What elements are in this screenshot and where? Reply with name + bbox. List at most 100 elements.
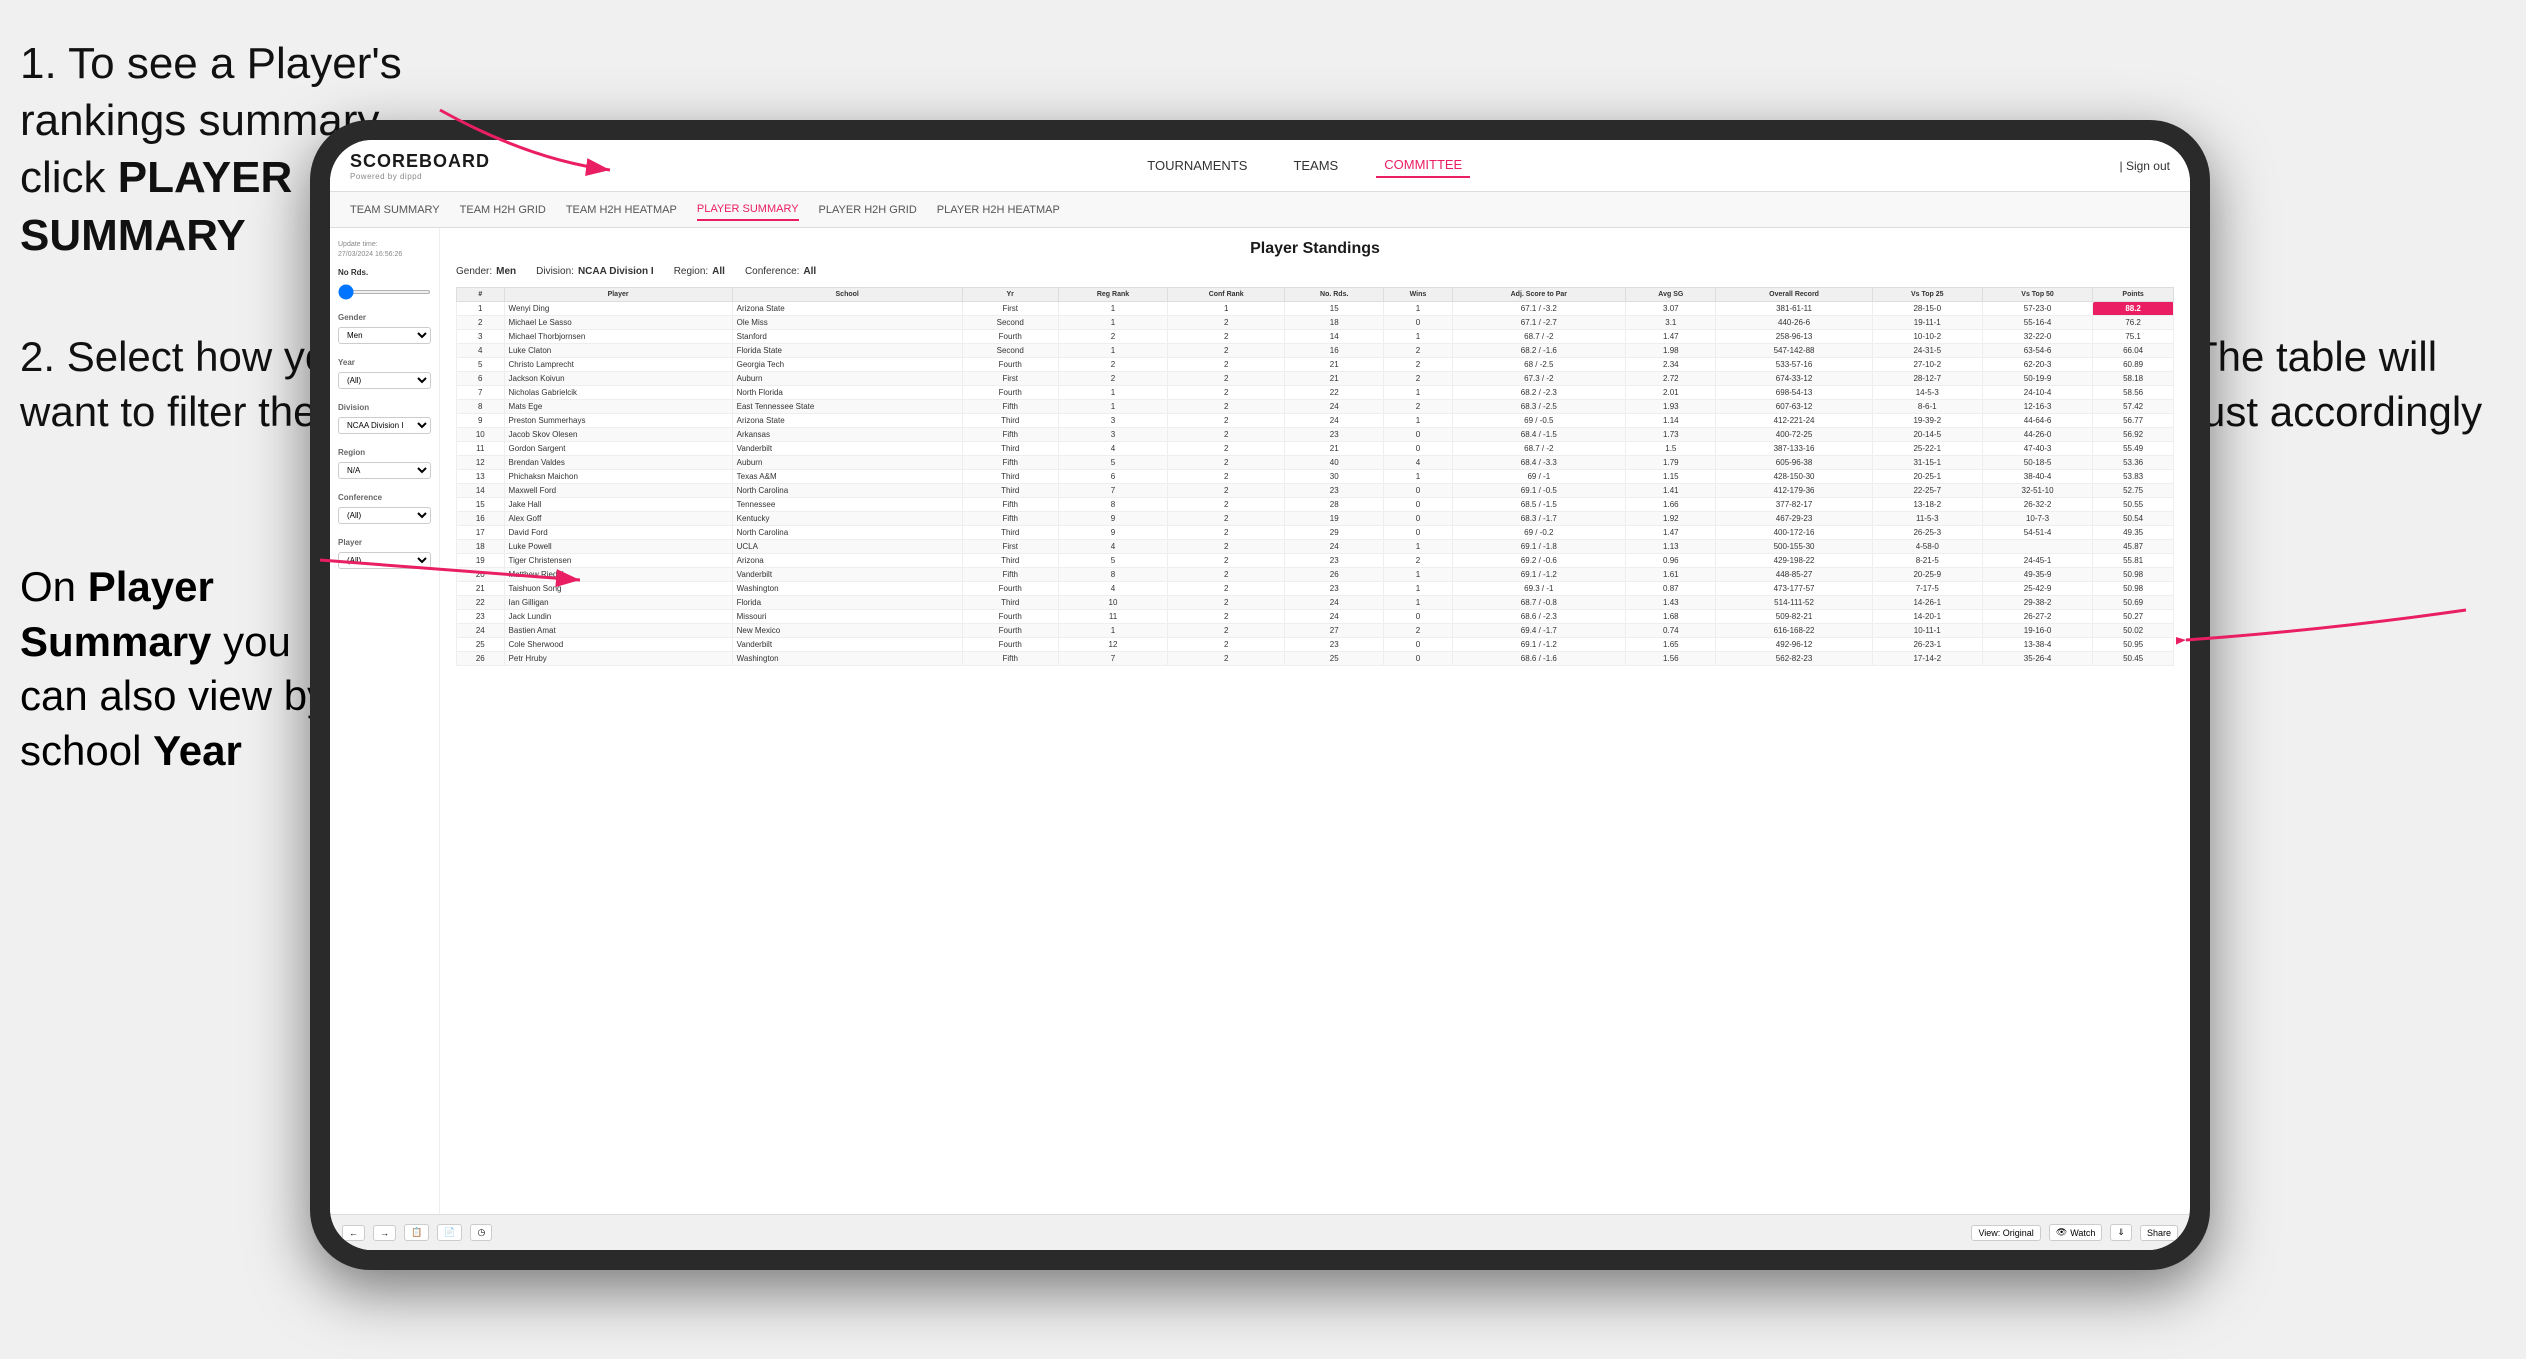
table-row[interactable]: 6 Jackson Koivun Auburn First 2 2 21 2 6… <box>457 372 2174 386</box>
col-avg-sg[interactable]: Avg SG <box>1626 288 1716 302</box>
col-reg-rank[interactable]: Reg Rank <box>1058 288 1168 302</box>
col-conf-rank[interactable]: Conf Rank <box>1168 288 1285 302</box>
no-rds-range-input[interactable] <box>338 290 431 294</box>
tablet-device: SCOREBOARD Powered by dippd TOURNAMENTS … <box>310 120 2210 1270</box>
copy-btn[interactable]: 📋 <box>404 1224 429 1241</box>
arrow-to-player-summary <box>430 80 630 180</box>
col-no-rds[interactable]: No. Rds. <box>1285 288 1384 302</box>
table-row[interactable]: 5 Christo Lamprecht Georgia Tech Fourth … <box>457 358 2174 372</box>
col-player[interactable]: Player <box>504 288 732 302</box>
table-title: Player Standings <box>456 240 2174 258</box>
table-row[interactable]: 12 Brendan Valdes Auburn Fifth 5 2 40 4 … <box>457 456 2174 470</box>
nav-teams[interactable]: TEAMS <box>1285 154 1346 177</box>
col-points[interactable]: Points <box>2093 288 2174 302</box>
table-row[interactable]: 26 Petr Hruby Washington Fifth 7 2 25 0 … <box>457 652 2174 666</box>
table-area: Player Standings Gender: Men Division: N… <box>440 228 2190 1250</box>
sidebar: Update time: 27/03/2024 16:56:26 No Rds.… <box>330 228 440 1250</box>
table-row[interactable]: 21 Taishuon Song Washington Fourth 4 2 2… <box>457 582 2174 596</box>
table-header: # Player School Yr Reg Rank Conf Rank No… <box>457 288 2174 302</box>
col-vs50[interactable]: Vs Top 50 <box>1982 288 2092 302</box>
filter-division: Division: NCAA Division I <box>536 266 654 277</box>
division-label: Division <box>338 403 431 412</box>
col-yr[interactable]: Yr <box>962 288 1058 302</box>
sub-nav-team-h2h-heatmap[interactable]: TEAM H2H HEATMAP <box>566 200 677 220</box>
region-select[interactable]: N/A <box>338 462 431 479</box>
annotation-bottom: On Player Summary you can also view by s… <box>20 560 360 778</box>
year-select[interactable]: (All) <box>338 372 431 389</box>
tablet-screen: SCOREBOARD Powered by dippd TOURNAMENTS … <box>330 140 2190 1250</box>
table-row[interactable]: 19 Tiger Christensen Arizona Third 5 2 2… <box>457 554 2174 568</box>
no-rds-label: No Rds. <box>338 268 431 277</box>
player-standings-table: # Player School Yr Reg Rank Conf Rank No… <box>456 287 2174 666</box>
region-label: Region <box>338 448 431 457</box>
col-overall[interactable]: Overall Record <box>1716 288 1872 302</box>
table-row[interactable]: 13 Phichaksn Maichon Texas A&M Third 6 2… <box>457 470 2174 484</box>
table-row[interactable]: 15 Jake Hall Tennessee Fifth 8 2 28 0 68… <box>457 498 2174 512</box>
table-row[interactable]: 24 Bastien Amat New Mexico Fourth 1 2 27… <box>457 624 2174 638</box>
gender-label: Gender <box>338 313 431 322</box>
conference-select[interactable]: (All) <box>338 507 431 524</box>
sign-out-link[interactable]: | Sign out <box>2120 159 2170 173</box>
table-row[interactable]: 14 Maxwell Ford North Carolina Third 7 2… <box>457 484 2174 498</box>
table-row[interactable]: 7 Nicholas Gabrielcik North Florida Four… <box>457 386 2174 400</box>
sub-nav: TEAM SUMMARY TEAM H2H GRID TEAM H2H HEAT… <box>330 192 2190 228</box>
filter-region: Region: All <box>674 266 725 277</box>
arrow-to-year-filter <box>310 530 590 610</box>
undo-btn[interactable]: ← <box>342 1225 365 1241</box>
arrow-to-table <box>2176 580 2476 660</box>
table-row[interactable]: 22 Ian Gilligan Florida Third 10 2 24 1 … <box>457 596 2174 610</box>
gender-select[interactable]: Men <box>338 327 431 344</box>
share-btn[interactable]: Share <box>2140 1225 2178 1241</box>
table-row[interactable]: 18 Luke Powell UCLA First 4 2 24 1 69.1 … <box>457 540 2174 554</box>
bottom-toolbar: ← → 📋 📄 ◷ View: Original 👁 Watch ⇓ Share <box>330 1214 2190 1250</box>
filter-gender: Gender: Men <box>456 266 516 277</box>
filter-conference: Conference: All <box>745 266 816 277</box>
view-original-btn[interactable]: View: Original <box>1971 1225 2040 1241</box>
update-time: Update time: 27/03/2024 16:56:26 <box>338 240 431 260</box>
sidebar-division: Division NCAA Division I <box>338 403 431 434</box>
header-right: | Sign out <box>2120 159 2170 173</box>
paste-btn[interactable]: 📄 <box>437 1224 462 1241</box>
filter-row: Gender: Men Division: NCAA Division I Re… <box>456 266 2174 277</box>
sidebar-conference: Conference (All) <box>338 493 431 524</box>
col-vs25[interactable]: Vs Top 25 <box>1872 288 1982 302</box>
table-row[interactable]: 2 Michael Le Sasso Ole Miss Second 1 2 1… <box>457 316 2174 330</box>
table-row[interactable]: 16 Alex Goff Kentucky Fifth 9 2 19 0 68.… <box>457 512 2174 526</box>
redo-btn[interactable]: → <box>373 1225 396 1241</box>
sub-nav-team-h2h-grid[interactable]: TEAM H2H GRID <box>460 200 546 220</box>
table-row[interactable]: 3 Michael Thorbjornsen Stanford Fourth 2… <box>457 330 2174 344</box>
col-adj-score[interactable]: Adj. Score to Par <box>1452 288 1626 302</box>
table-row[interactable]: 17 David Ford North Carolina Third 9 2 2… <box>457 526 2174 540</box>
table-row[interactable]: 9 Preston Summerhays Arizona State Third… <box>457 414 2174 428</box>
table-row[interactable]: 1 Wenyi Ding Arizona State First 1 1 15 … <box>457 302 2174 316</box>
nav-tournaments[interactable]: TOURNAMENTS <box>1139 154 1255 177</box>
watch-btn[interactable]: 👁 Watch <box>2049 1224 2103 1241</box>
table-row[interactable]: 8 Mats Ege East Tennessee State Fifth 1 … <box>457 400 2174 414</box>
download-btn[interactable]: ⇓ <box>2110 1224 2132 1241</box>
table-body: 1 Wenyi Ding Arizona State First 1 1 15 … <box>457 302 2174 666</box>
main-nav: TOURNAMENTS TEAMS COMMITTEE <box>1139 153 1470 178</box>
sub-nav-team-summary[interactable]: TEAM SUMMARY <box>350 200 440 220</box>
table-row[interactable]: 10 Jacob Skov Olesen Arkansas Fifth 3 2 … <box>457 428 2174 442</box>
sub-nav-player-h2h-heatmap[interactable]: PLAYER H2H HEATMAP <box>937 200 1060 220</box>
year-label: Year <box>338 358 431 367</box>
conference-label: Conference <box>338 493 431 502</box>
table-row[interactable]: 20 Matthew Riedel Vanderbilt Fifth 8 2 2… <box>457 568 2174 582</box>
clock-btn[interactable]: ◷ <box>470 1224 492 1241</box>
nav-committee[interactable]: COMMITTEE <box>1376 153 1470 178</box>
table-row[interactable]: 11 Gordon Sargent Vanderbilt Third 4 2 2… <box>457 442 2174 456</box>
division-select[interactable]: NCAA Division I <box>338 417 431 434</box>
sub-nav-player-h2h-grid[interactable]: PLAYER H2H GRID <box>819 200 917 220</box>
col-school[interactable]: School <box>732 288 962 302</box>
col-wins[interactable]: Wins <box>1384 288 1452 302</box>
sidebar-year: Year (All) <box>338 358 431 389</box>
no-rds-slider[interactable] <box>338 281 431 299</box>
sidebar-no-rds: No Rds. <box>338 268 431 299</box>
sidebar-gender: Gender Men <box>338 313 431 344</box>
table-row[interactable]: 25 Cole Sherwood Vanderbilt Fourth 12 2 … <box>457 638 2174 652</box>
sub-nav-player-summary[interactable]: PLAYER SUMMARY <box>697 199 799 221</box>
table-row[interactable]: 23 Jack Lundin Missouri Fourth 11 2 24 0… <box>457 610 2174 624</box>
table-row[interactable]: 4 Luke Claton Florida State Second 1 2 1… <box>457 344 2174 358</box>
col-rank[interactable]: # <box>457 288 505 302</box>
sidebar-region: Region N/A <box>338 448 431 479</box>
